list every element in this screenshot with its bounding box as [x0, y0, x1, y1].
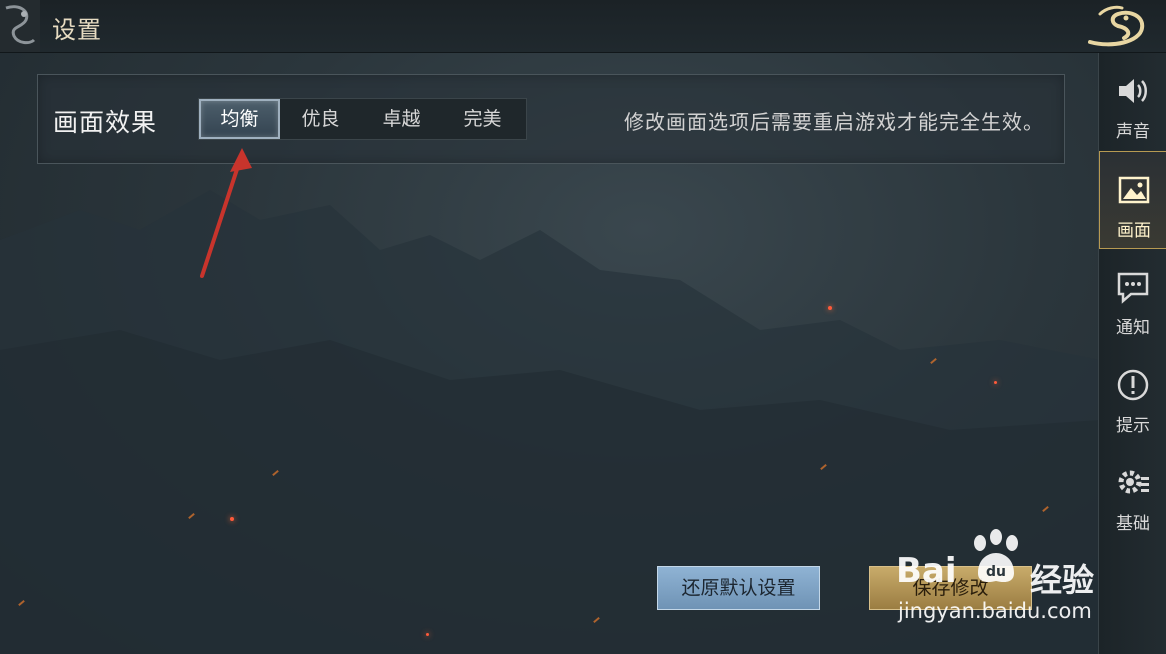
- sidebar-item-graphics[interactable]: 画面: [1099, 151, 1166, 249]
- sidebar-item-label: 声音: [1116, 122, 1150, 142]
- settings-sidebar: 声音 画面 通知 提示 基础: [1098, 53, 1166, 654]
- gear-icon: [1118, 470, 1149, 494]
- ember-streak: [820, 463, 827, 471]
- restart-hint-text: 修改画面选项后需要重启游戏才能完全生效。: [624, 110, 1044, 134]
- quality-option-balanced[interactable]: 均衡: [199, 99, 280, 139]
- sidebar-item-label: 提示: [1116, 416, 1150, 436]
- ember-particle: [426, 633, 429, 636]
- sidebar-item-tips[interactable]: 提示: [1099, 347, 1166, 445]
- ember-streak: [188, 512, 195, 520]
- save-changes-button[interactable]: 保存修改: [869, 566, 1032, 610]
- sidebar-item-label: 画面: [1117, 221, 1151, 241]
- dragon-logo-icon[interactable]: [1082, 4, 1148, 48]
- ember-streak: [930, 357, 937, 365]
- quality-option-perfect[interactable]: 完美: [442, 99, 523, 139]
- ember-particle: [994, 381, 997, 384]
- sidebar-item-label: 基础: [1116, 514, 1150, 534]
- quality-option-excellent[interactable]: 卓越: [361, 99, 442, 139]
- restore-defaults-button[interactable]: 还原默认设置: [657, 566, 820, 610]
- header-bar: 设置: [0, 0, 1166, 53]
- watermark-jingyan: 经验: [1030, 561, 1095, 599]
- exclamation-icon: [1117, 369, 1149, 401]
- ember-particle: [828, 306, 832, 310]
- sidebar-item-notification[interactable]: 通知: [1099, 249, 1166, 347]
- annotation-arrow: [200, 148, 252, 278]
- ember-particle: [230, 517, 234, 521]
- sidebar-item-label: 通知: [1116, 318, 1150, 338]
- ember-streak: [1042, 505, 1049, 513]
- ember-streak: [18, 599, 25, 607]
- speaker-icon: [1119, 79, 1147, 103]
- sidebar-item-basic[interactable]: 基础: [1099, 445, 1166, 543]
- picture-icon: [1118, 176, 1150, 204]
- dragon-emblem-icon: [0, 0, 40, 52]
- sidebar-item-sound[interactable]: 声音: [1099, 53, 1166, 151]
- graphics-quality-selector: 均衡 优良 卓越 完美: [198, 98, 527, 140]
- quality-option-good[interactable]: 优良: [280, 99, 361, 139]
- ember-streak: [593, 616, 600, 624]
- chat-bubble-icon: [1117, 272, 1149, 304]
- ember-streak: [272, 469, 279, 477]
- graphics-quality-label: 画面效果: [53, 108, 158, 137]
- page-title: 设置: [52, 16, 102, 44]
